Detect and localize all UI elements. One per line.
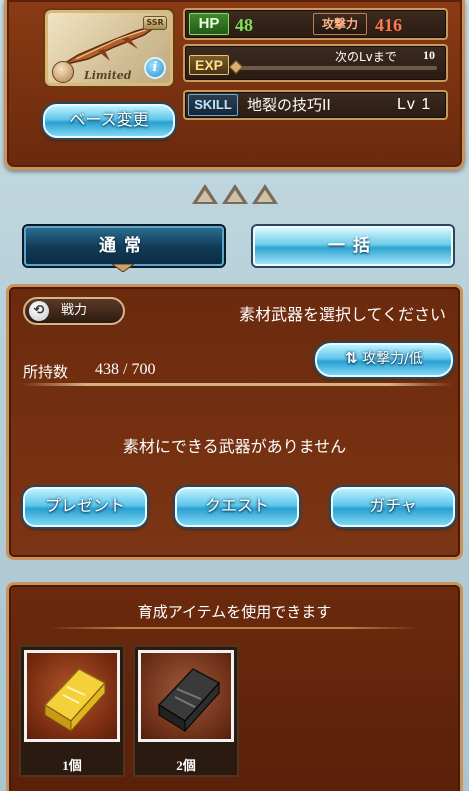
sort-button[interactable]: ⇅ 攻撃力/低 (315, 343, 453, 377)
dark-ingot-art (157, 668, 221, 733)
quest-button[interactable]: クエスト (175, 487, 299, 527)
skill-name: 地裂の技巧II (247, 96, 331, 114)
material-panel: ⟲ 戦力 素材武器を選択してください 所持数 438 / 700 ⇅ 攻撃力/低… (6, 284, 463, 560)
dark-ingot-icon (138, 650, 234, 742)
exp-label: EXP (189, 55, 229, 75)
refresh-icon: ⟲ (29, 301, 49, 321)
atk-value: 416 (375, 15, 402, 35)
weapon-thumbnail[interactable]: SSR Limited i (45, 10, 173, 86)
sort-icon: ⇅ (345, 349, 358, 367)
rarity-triangle-icon (192, 184, 218, 204)
gold-ingot-icon (24, 650, 120, 742)
selected-tab-ornament-icon (112, 264, 134, 272)
ssr-badge: SSR (143, 16, 167, 30)
sort-label: 攻撃力/低 (362, 351, 423, 367)
item-count: 1個 (62, 758, 82, 773)
skill-level: Lv 1 (397, 96, 432, 113)
growth-item-title: 育成アイテムを使用できます (137, 603, 332, 621)
exp-box: EXP 次のLvまで 10 (183, 44, 448, 82)
exp-knob-icon (228, 59, 244, 75)
hp-value: 48 (235, 15, 253, 35)
divider (49, 627, 421, 629)
rarity-triangle-icon (222, 184, 248, 204)
empty-message: 素材にできる武器がありません (122, 437, 347, 456)
limited-label: Limited (84, 69, 132, 82)
item-count: 2個 (176, 758, 196, 773)
atk-label: 攻撃力 (313, 13, 367, 35)
gacha-button[interactable]: ガチャ (331, 487, 455, 527)
exp-bar (237, 66, 437, 70)
growth-item-card[interactable]: 1個 (19, 645, 125, 777)
rarity-triangle-icon (252, 184, 278, 204)
element-icon (52, 61, 74, 83)
growth-item-panel: 育成アイテムを使用できます 1個 2個 (6, 582, 463, 791)
info-icon[interactable]: i (144, 57, 166, 79)
rarity-triangles (192, 184, 282, 206)
skill-box[interactable]: SKILL 地裂の技巧II Lv 1 (183, 90, 448, 120)
power-filter-button[interactable]: ⟲ 戦力 (23, 297, 125, 325)
hp-label: HP (189, 13, 229, 35)
tab-normal[interactable]: 通常 (24, 226, 224, 266)
gold-ingot-art (43, 668, 107, 733)
power-filter-label: 戦力 (61, 303, 88, 318)
growth-item-card[interactable]: 2個 (133, 645, 239, 777)
hp-atk-box: HP 48 攻撃力 416 (183, 8, 448, 40)
base-change-button[interactable]: ベース変更 (43, 104, 175, 138)
skill-label: SKILL (188, 94, 238, 116)
present-button[interactable]: プレゼント (23, 487, 147, 527)
divider (21, 383, 453, 386)
select-material-message: 素材武器を選択してください (238, 305, 446, 324)
tab-bulk[interactable]: 一括 (253, 226, 453, 266)
owned-count: 438 / 700 (95, 361, 156, 378)
owned-label: 所持数 (23, 363, 69, 381)
next-level-text: 次のLvまで (335, 50, 397, 64)
next-level-value: 10 (423, 48, 435, 62)
weapon-panel: SSR Limited i HP 48 攻撃力 416 EXP 次のLvまで 1… (4, 0, 465, 170)
